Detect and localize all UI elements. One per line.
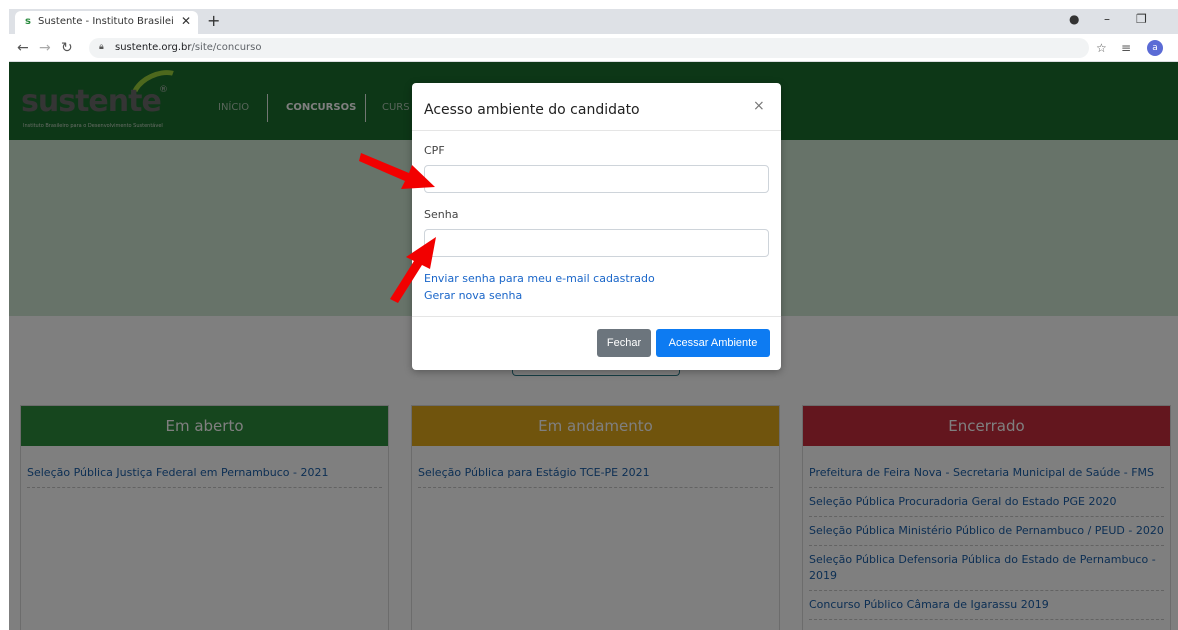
browser-tab[interactable]: s Sustente - Instituto Brasileiro par ✕ xyxy=(15,11,198,34)
url-field[interactable]: 🔒︎ sustente.org.br/site/concurso xyxy=(89,38,1089,58)
tab-close-icon[interactable]: ✕ xyxy=(181,14,191,28)
modal-close-icon[interactable]: × xyxy=(753,98,765,114)
profile-avatar[interactable]: a xyxy=(1147,40,1163,56)
modal-footer-divider xyxy=(412,316,781,317)
new-tab-button[interactable]: + xyxy=(207,11,220,30)
url-path: /site/concurso xyxy=(191,42,262,53)
url-text: sustente.org.br/site/concurso xyxy=(115,42,262,53)
reload-icon[interactable]: ↻ xyxy=(61,40,73,56)
access-button[interactable]: Acessar Ambiente xyxy=(656,329,770,357)
annotation-arrow-icon xyxy=(359,153,435,189)
annotation-arrow-icon xyxy=(390,237,436,303)
modal-header-divider xyxy=(412,130,781,131)
modal-title: Acesso ambiente do candidato xyxy=(424,102,640,118)
cpf-input[interactable] xyxy=(424,165,769,193)
bookmark-star-icon[interactable]: ☆ xyxy=(1096,41,1107,55)
url-host: sustente.org.br xyxy=(115,42,192,53)
close-button[interactable]: Fechar xyxy=(597,329,651,357)
tab-title: Sustente - Instituto Brasileiro par xyxy=(38,16,174,27)
favicon-icon: s xyxy=(25,16,31,27)
address-bar: ← → ↻ 🔒︎ sustente.org.br/site/concurso ☆… xyxy=(9,34,1178,62)
minimize-icon[interactable]: – xyxy=(1104,12,1110,26)
forward-icon[interactable]: → xyxy=(39,40,51,56)
send-password-link[interactable]: Enviar senha para meu e-mail cadastrado xyxy=(424,272,655,285)
reading-list-icon[interactable]: ≡ xyxy=(1121,41,1131,55)
senha-input[interactable] xyxy=(424,229,769,257)
login-modal: Acesso ambiente do candidato × CPF Senha… xyxy=(412,83,781,370)
senha-label: Senha xyxy=(424,208,459,221)
tab-bar: s Sustente - Instituto Brasileiro par ✕ … xyxy=(9,9,1178,34)
back-icon[interactable]: ← xyxy=(17,40,29,56)
restore-icon[interactable]: ❐ xyxy=(1136,12,1147,26)
lock-icon: 🔒︎ xyxy=(99,42,104,52)
browser-window: s Sustente - Instituto Brasileiro par ✕ … xyxy=(9,9,1178,630)
extension-icon[interactable]: ● xyxy=(1069,12,1079,26)
